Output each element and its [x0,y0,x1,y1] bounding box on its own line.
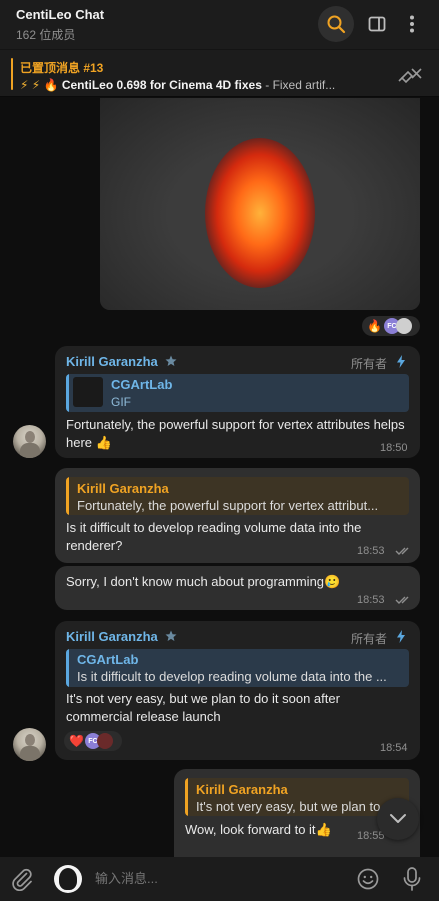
message-bubble[interactable]: Kirill Garanzha 所有者 CGArtLab GIF Fortuna… [55,346,420,458]
message-text: Sorry, I don't know much about programmi… [66,574,341,589]
search-icon [327,15,346,34]
message-time: 18:50 [380,442,408,454]
chevron-down-icon [390,814,406,823]
message-text: Wow, look forward to it👍 [185,822,332,837]
message-input[interactable] [95,871,335,886]
emoji-icon[interactable] [356,867,380,891]
more-vertical-icon [410,15,414,33]
sidebar-toggle-icon [368,16,386,32]
scroll-to-bottom-button[interactable] [377,798,419,840]
search-button[interactable] [318,6,354,42]
media-reactions[interactable]: 🔥 FC [362,316,420,336]
quote-title: Kirill Garanzha [77,481,169,496]
chat-header[interactable]: CentiLeo Chat 162 位成员 [0,0,439,49]
send-as-avatar[interactable] [54,865,82,893]
gif-thumbnail [73,377,103,407]
member-count: 162 位成员 [16,28,76,42]
sender-name[interactable]: Kirill Garanzha [66,629,158,644]
message-bubble-own[interactable]: Kirill Garanzha Fortunately, the powerfu… [55,468,420,563]
quote-text: GIF [111,395,131,409]
pin-indicator [11,58,13,90]
quote-text: Is it difficult to develop reading volum… [77,669,387,684]
pinned-rest-text: - Fixed artif... [265,78,336,92]
pinned-preview: ⚡ ⚡ 🔥 CentiLeo 0.698 for Cinema 4D fixes… [20,78,380,92]
pinned-message-bar[interactable]: 已置顶消息 #13 ⚡ ⚡ 🔥 CentiLeo 0.698 for Cinem… [0,49,439,97]
message-bubble-own[interactable]: Sorry, I don't know much about programmi… [55,566,420,610]
quote-title: CGArtLab [111,377,173,392]
reactor-avatar-2 [395,318,412,334]
microphone-icon[interactable] [400,866,424,892]
side-panel-button[interactable] [359,6,395,42]
reply-quote[interactable]: Kirill Garanzha Fortunately, the powerfu… [66,477,409,515]
fire-reaction-icon: 🔥 [367,319,382,333]
pinned-emojis: ⚡ ⚡ 🔥 [20,78,59,92]
reactor-avatar-2 [96,733,113,749]
attach-icon[interactable] [10,867,34,891]
sender-name[interactable]: Kirill Garanzha [66,354,158,369]
quote-text: Fortunately, the powerful support for ve… [77,498,379,513]
pinned-title: 已置顶消息 #13 [20,61,104,75]
chat-title[interactable]: CentiLeo Chat [16,7,104,22]
reply-quote[interactable]: CGArtLab Is it difficult to develop read… [66,649,409,687]
quote-text: It's not very easy, but we plan to do it… [196,799,401,814]
quote-title: CGArtLab [77,652,139,667]
message-reactions[interactable]: ❤️ FC [64,731,122,751]
read-ticks-icon [395,547,409,555]
more-options-button[interactable] [394,6,430,42]
pinned-bold-text: CentiLeo 0.698 for Cinema 4D fixes [61,78,262,92]
quote-title: Kirill Garanzha [196,782,288,797]
boost-icon [397,355,405,368]
boost-icon [397,630,405,643]
message-time: 18:54 [380,742,408,754]
reply-quote[interactable]: CGArtLab GIF [66,374,409,412]
sender-avatar[interactable] [13,728,46,761]
message-time: 18:53 [357,545,385,557]
message-bubble[interactable]: Kirill Garanzha 所有者 CGArtLab Is it diffi… [55,621,420,760]
vignette [100,98,420,310]
message-text: Fortunately, the powerful support for ve… [66,417,405,450]
sender-role: 所有者 [351,632,388,646]
message-text: It's not very easy, but we plan to do it… [66,691,340,724]
sender-avatar[interactable] [13,425,46,458]
unpin-icon[interactable] [396,64,424,84]
gif-media[interactable] [100,98,420,310]
star-icon [165,630,177,641]
star-icon [165,355,177,366]
read-ticks-icon [395,596,409,604]
message-time: 18:53 [357,594,385,606]
sender-role: 所有者 [351,357,388,371]
heart-reaction-icon: ❤️ [69,734,84,748]
message-text: Is it difficult to develop reading volum… [66,520,362,553]
message-composer [0,857,439,901]
reply-quote[interactable]: Kirill Garanzha It's not very easy, but … [185,778,409,816]
